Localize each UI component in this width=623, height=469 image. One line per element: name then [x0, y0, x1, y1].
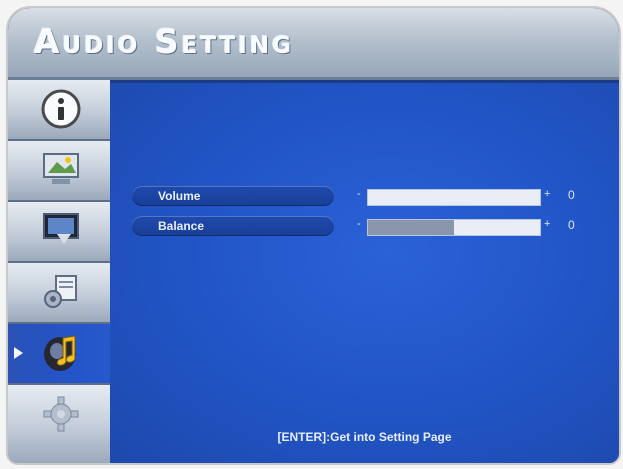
balance-label: Balance	[158, 219, 205, 233]
page-title: Audio Setting	[34, 22, 294, 61]
sidebar	[8, 80, 110, 463]
balance-slider-fill	[368, 220, 454, 235]
enter-hint: [ENTER]:Get into Setting Page	[277, 430, 452, 444]
balance-label-pill[interactable]: Balance	[132, 216, 334, 236]
settings-panel: Volume - + 0 Balance - + 0 [ENTER]:Get i…	[110, 83, 619, 463]
volume-value: 0	[568, 188, 575, 202]
volume-slider[interactable]	[367, 189, 541, 206]
volume-label: Volume	[158, 189, 201, 203]
volume-minus-indicator: -	[357, 188, 361, 200]
selection-pointer-icon	[14, 347, 23, 359]
gear-icon	[43, 396, 79, 432]
sidebar-item-audio[interactable]	[8, 324, 110, 385]
display-icon	[43, 213, 79, 244]
balance-row[interactable]: Balance - + 0	[132, 216, 612, 238]
sidebar-item-picture[interactable]	[8, 141, 110, 202]
sidebar-item-setup[interactable]	[8, 385, 110, 463]
volume-plus-indicator: +	[544, 188, 551, 200]
sidebar-item-display[interactable]	[8, 202, 110, 263]
music-note-icon	[44, 335, 76, 371]
audio-setting-window: Audio Setting Volume - + 0 Balance - + 0…	[8, 8, 619, 463]
balance-slider[interactable]	[367, 219, 541, 236]
balance-plus-indicator: +	[544, 218, 551, 230]
sidebar-item-info[interactable]	[8, 80, 110, 141]
tools-icon	[44, 275, 77, 308]
info-icon	[41, 89, 81, 129]
volume-row[interactable]: Volume - + 0	[132, 186, 612, 208]
sidebar-item-tools[interactable]	[8, 263, 110, 324]
balance-value: 0	[568, 218, 575, 232]
volume-label-pill[interactable]: Volume	[132, 186, 334, 206]
balance-minus-indicator: -	[357, 218, 361, 230]
picture-icon	[43, 153, 79, 184]
header-bar: Audio Setting	[8, 8, 619, 80]
